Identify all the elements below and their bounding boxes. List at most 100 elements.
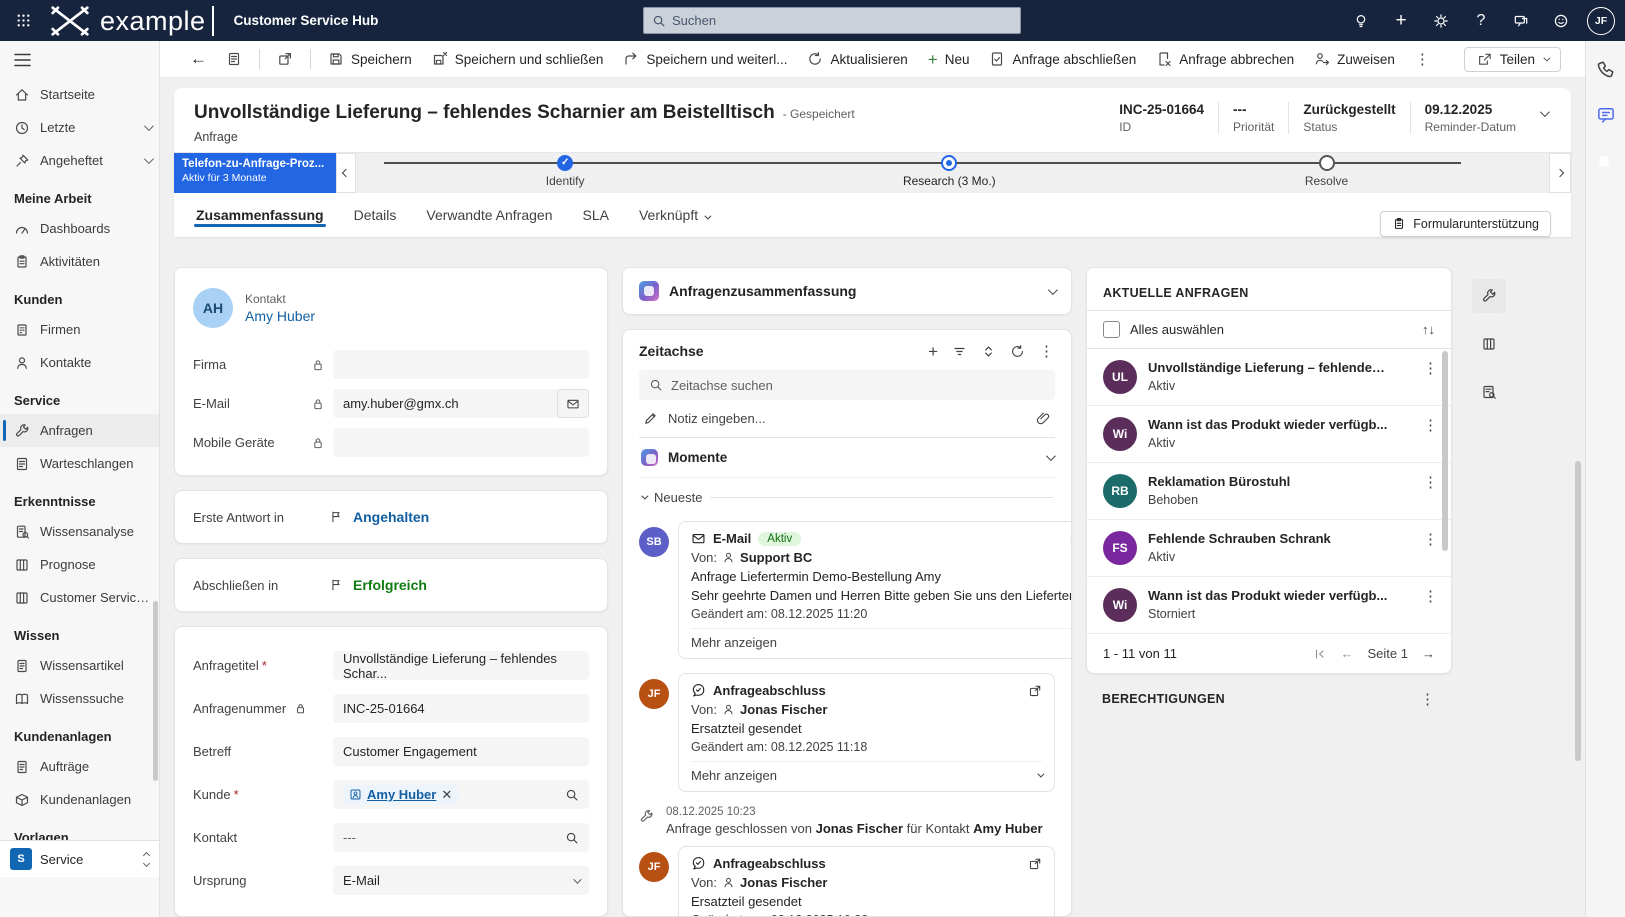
firma-input[interactable] (333, 350, 589, 379)
sidebar-item-aktivitaeten[interactable]: Aktivitäten (0, 245, 159, 278)
send-email-button[interactable] (557, 389, 589, 418)
bpf-stage-research[interactable]: Research (3 Mo.) (869, 155, 1029, 188)
timeline-search-input[interactable]: Zeitachse suchen (639, 370, 1055, 400)
select-all-checkbox[interactable] (1103, 321, 1120, 338)
page-scrollbar[interactable] (1575, 461, 1581, 761)
feedback-button[interactable] (1501, 0, 1541, 41)
show-more-button[interactable]: Mehr anzeigen (691, 628, 1072, 652)
sidebar-item-dashboards[interactable]: Dashboards (0, 212, 159, 245)
sidebar-item-customer-service[interactable]: Customer Service... (0, 581, 159, 614)
case-summary-card[interactable]: Anfragenzusammenfassung (622, 267, 1072, 315)
case-list-item[interactable]: RB Reklamation BürostuhlBehoben ⋮ (1087, 463, 1451, 520)
betreff-input[interactable]: Customer Engagement (333, 737, 589, 766)
case-list-item[interactable]: UL Unvollständige Lieferung – fehlendes … (1087, 349, 1451, 406)
timeline-moments-row[interactable]: Momente (639, 438, 1055, 478)
more-commands-button[interactable]: ⋮ (1406, 45, 1440, 73)
bpf-next-button[interactable] (1549, 153, 1571, 193)
item-more-button[interactable]: ⋮ (1423, 473, 1439, 491)
open-new-window-button[interactable] (268, 46, 302, 72)
nav-collapse-button[interactable] (0, 45, 159, 78)
form-search-tool-button[interactable] (1472, 375, 1506, 409)
sidebar-item-prognose[interactable]: Prognose (0, 548, 159, 581)
remove-chip-icon[interactable]: ✕ (441, 787, 452, 803)
ideas-button[interactable] (1341, 0, 1381, 41)
kunde-lookup[interactable]: Amy Huber ✕ (333, 780, 589, 809)
save-and-route-button[interactable]: Speichern und weiterl... (614, 46, 796, 72)
anfragetitel-input[interactable]: Unvollständige Lieferung – fehlendes Sch… (333, 651, 589, 680)
timeline-refresh-icon[interactable] (1010, 344, 1025, 359)
waffle-menu-icon[interactable] (0, 0, 46, 41)
back-button[interactable]: ← (182, 47, 215, 71)
timeline-expand-icon[interactable] (981, 344, 996, 359)
share-button[interactable]: Teilen (1464, 47, 1561, 72)
sidebar-item-wissenssuche[interactable]: Wissenssuche (0, 682, 159, 715)
kunde-chip[interactable]: Amy Huber ✕ (343, 785, 458, 805)
assign-button[interactable]: Zuweisen (1305, 46, 1404, 72)
header-expand-icon[interactable] (1540, 107, 1550, 117)
phone-icon[interactable] (1596, 59, 1616, 79)
timeline-note-input[interactable]: Notiz eingeben... (639, 400, 1055, 438)
user-avatar[interactable]: JF (1587, 7, 1615, 35)
list-scrollbar[interactable] (1442, 351, 1448, 551)
sidebar-item-kundenanlagen[interactable]: Kundenanlagen (0, 783, 159, 816)
anfragenummer-input[interactable]: INC-25-01664 (333, 694, 589, 723)
global-search-input[interactable]: Suchen (643, 7, 1021, 34)
related-cases-tool-button[interactable] (1472, 279, 1506, 313)
save-and-close-button[interactable]: Speichern und schließen (423, 46, 613, 72)
case-list-item[interactable]: Wi Wann ist das Produkt wieder verfügb..… (1087, 406, 1451, 463)
sidebar-item-auftraege[interactable]: Aufträge (0, 750, 159, 783)
new-button[interactable]: +Neu (919, 46, 979, 73)
sidebar-item-anfragen[interactable]: Anfragen (0, 414, 159, 447)
email-input[interactable]: amy.huber@gmx.ch (333, 389, 589, 418)
bpf-stage-resolve[interactable]: Resolve (1247, 155, 1407, 188)
sidebar-item-kontakte[interactable]: Kontakte (0, 346, 159, 379)
timeline-entry-card[interactable]: E-Mail Aktiv Von:Support BC Anfrage Lief… (678, 521, 1072, 659)
tab-verwandte-anfragen[interactable]: Verwandte Anfragen (424, 195, 554, 235)
item-more-button[interactable]: ⋮ (1423, 359, 1439, 377)
cancel-case-button[interactable]: Anfrage abbrechen (1147, 46, 1303, 72)
case-list-item[interactable]: Wi Wann ist das Produkt wieder verfügb..… (1087, 577, 1451, 634)
sidebar-item-wissensartikel[interactable]: Wissensartikel (0, 649, 159, 682)
refresh-button[interactable]: Aktualisieren (798, 46, 916, 72)
timeline-filter-icon[interactable] (952, 344, 967, 359)
ursprung-select[interactable]: E-Mail (333, 866, 589, 895)
timeline-add-button[interactable]: + (928, 343, 938, 360)
sort-icon[interactable]: ↑↓ (1422, 322, 1435, 337)
lookup-search-icon[interactable] (565, 788, 579, 802)
sidebar-scrollbar[interactable] (153, 601, 158, 781)
item-more-button[interactable]: ⋮ (1423, 530, 1439, 548)
sidebar-item-letzte[interactable]: Letzte (0, 111, 159, 144)
sidebar-item-firmen[interactable]: Firmen (0, 313, 159, 346)
contact-name-link[interactable]: Amy Huber (245, 308, 315, 324)
reactions-button[interactable] (1541, 0, 1581, 41)
show-more-button[interactable]: Mehr anzeigen (691, 761, 1042, 785)
timeline-entry-card[interactable]: Anfrageabschluss Von:Jonas Fischer Ersat… (678, 673, 1055, 792)
tab-verknuepft[interactable]: Verknüpft (637, 195, 711, 235)
area-switcher[interactable]: S Service (0, 840, 159, 877)
tab-sla[interactable]: SLA (581, 195, 611, 235)
sidebar-item-startseite[interactable]: Startseite (0, 78, 159, 111)
tab-zusammenfassung[interactable]: Zusammenfassung (194, 195, 326, 235)
bpf-process-chip[interactable]: Telefon-zu-Anfrage-Proz... Aktiv für 3 M… (174, 153, 336, 193)
copilot-icon[interactable] (1594, 151, 1618, 175)
mobile-input[interactable] (333, 428, 589, 457)
timeline-more-button[interactable]: ⋮ (1039, 342, 1055, 360)
bpf-collapse-button[interactable] (336, 153, 356, 193)
help-button[interactable]: ? (1461, 0, 1501, 41)
form-assist-button[interactable]: Formularunterstützung (1380, 211, 1551, 237)
settings-button[interactable] (1421, 0, 1461, 41)
sidebar-item-warteschlangen[interactable]: Warteschlangen (0, 447, 159, 480)
sidebar-item-wissensanalyse[interactable]: Wissensanalyse (0, 515, 159, 548)
kontakt-lookup[interactable]: --- (333, 823, 589, 852)
quick-create-button[interactable]: + (1381, 0, 1421, 41)
bpf-stage-identify[interactable]: ✓ Identify (485, 155, 645, 188)
resolve-case-button[interactable]: Anfrage abschließen (980, 46, 1145, 72)
item-more-button[interactable]: ⋮ (1423, 587, 1439, 605)
teams-chat-icon[interactable] (1596, 105, 1616, 125)
tab-details[interactable]: Details (352, 195, 399, 235)
open-record-icon[interactable] (1028, 857, 1042, 871)
timeline-entry-card[interactable]: Anfrageabschluss Von:Jonas Fischer Ersat… (678, 846, 1055, 917)
open-record-icon[interactable] (1028, 684, 1042, 698)
attach-icon[interactable] (1036, 411, 1051, 426)
case-list-item[interactable]: FS Fehlende Schrauben SchrankAktiv ⋮ (1087, 520, 1451, 577)
